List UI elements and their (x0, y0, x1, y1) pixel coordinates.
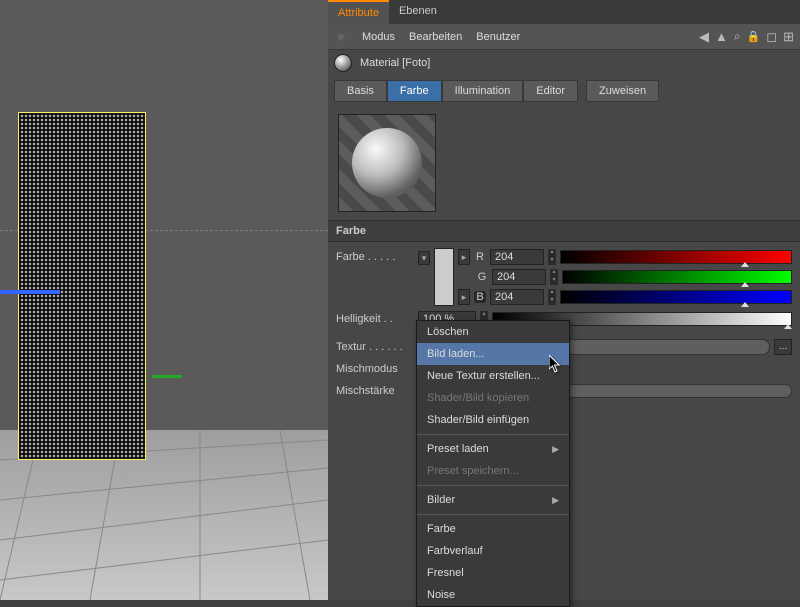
field-b[interactable]: 204 (490, 289, 544, 305)
cm-separator-3 (417, 514, 569, 515)
cm-bild-laden[interactable]: Bild laden... (417, 343, 569, 365)
rgb-mode-arrow[interactable]: ▸ (458, 249, 470, 265)
tab-basis[interactable]: Basis (334, 80, 387, 102)
cm-bilder[interactable]: Bilder▶ (417, 489, 569, 511)
attribute-menu-bar: Modus Bearbeiten Benutzer ◀ ▲ ⌕ 🔒 ◻ ⊞ (328, 24, 800, 50)
label-g: G (476, 271, 488, 283)
tab-editor[interactable]: Editor (523, 80, 578, 102)
spin-b[interactable]: ▴▾ (548, 289, 556, 305)
cm-shader-einfuegen[interactable]: Shader/Bild einfügen (417, 409, 569, 431)
tab-zuweisen[interactable]: Zuweisen (586, 80, 659, 102)
preview-sphere (352, 128, 422, 198)
label-mischmodus: Mischmodus (336, 363, 414, 375)
search-icon[interactable]: ⌕ (734, 29, 741, 44)
spin-r[interactable]: ▴▾ (548, 249, 556, 265)
tab-illumination[interactable]: Illumination (442, 80, 524, 102)
material-sphere-icon (334, 54, 352, 72)
slider-b[interactable] (560, 290, 792, 304)
rgb-expand-arrow[interactable]: ▸ (458, 289, 470, 305)
section-farbe-header: Farbe (328, 220, 800, 242)
cm-fresnel[interactable]: Fresnel (417, 562, 569, 584)
new-icon[interactable]: ◻ (766, 29, 777, 45)
slider-r[interactable] (560, 250, 792, 264)
cm-preset-speichern[interactable]: Preset speichern... (417, 460, 569, 482)
back-icon[interactable]: ◀ (699, 29, 709, 45)
chevron-right-icon: ▶ (552, 444, 559, 455)
cm-preset-laden[interactable]: Preset laden▶ (417, 438, 569, 460)
cm-neue-textur[interactable]: Neue Textur erstellen... (417, 365, 569, 387)
channel-tabs: Basis Farbe Illumination Editor Zuweisen (328, 76, 800, 106)
viewport-3d[interactable] (0, 0, 328, 600)
label-farbe: Farbe . . . . . (336, 248, 414, 263)
textur-browse-button[interactable]: ... (774, 339, 792, 355)
cm-shader-kopieren[interactable]: Shader/Bild kopieren (417, 387, 569, 409)
label-r: R (474, 251, 486, 263)
field-g[interactable]: 204 (492, 269, 546, 285)
material-preview[interactable] (338, 114, 436, 212)
menu-bearbeiten[interactable]: Bearbeiten (409, 31, 462, 43)
axis-x[interactable] (152, 375, 182, 378)
cm-separator-2 (417, 485, 569, 486)
add-icon[interactable]: ⊞ (783, 29, 794, 45)
grip-icon[interactable] (334, 30, 348, 44)
cm-farbverlauf[interactable]: Farbverlauf (417, 540, 569, 562)
spin-g[interactable]: ▴▾ (550, 269, 558, 285)
up-icon[interactable]: ▲ (715, 29, 728, 44)
tab-attribute[interactable]: Attribute (328, 0, 389, 24)
material-title: Material [Foto] (360, 57, 430, 69)
cm-separator-1 (417, 434, 569, 435)
polygon-plane[interactable] (18, 112, 146, 460)
cm-loeschen[interactable]: Löschen (417, 321, 569, 343)
tab-farbe[interactable]: Farbe (387, 80, 442, 102)
cm-noise[interactable]: Noise (417, 584, 569, 606)
label-textur: Textur . . . . . . (336, 341, 414, 353)
preview-area (328, 106, 800, 220)
menu-modus[interactable]: Modus (362, 31, 395, 43)
label-helligkeit: Helligkeit . . (336, 313, 414, 325)
menu-benutzer[interactable]: Benutzer (476, 31, 520, 43)
texture-context-menu: Löschen Bild laden... Neue Textur erstel… (416, 320, 570, 607)
lock-icon[interactable]: 🔒 (747, 30, 761, 43)
cm-farbe[interactable]: Farbe (417, 518, 569, 540)
chevron-right-icon: ▶ (552, 495, 559, 506)
tab-ebenen[interactable]: Ebenen (389, 0, 447, 24)
panel-tabs: Attribute Ebenen (328, 0, 800, 24)
field-r[interactable]: 204 (490, 249, 544, 265)
farbe-options-arrow[interactable]: ▾ (418, 251, 430, 265)
slider-g[interactable] (562, 270, 792, 284)
axis-z[interactable] (0, 290, 60, 294)
label-mischstaerke: Mischstärke (336, 385, 414, 397)
label-b: B (474, 291, 486, 303)
color-swatch[interactable] (434, 248, 454, 306)
material-title-bar: Material [Foto] (328, 50, 800, 76)
